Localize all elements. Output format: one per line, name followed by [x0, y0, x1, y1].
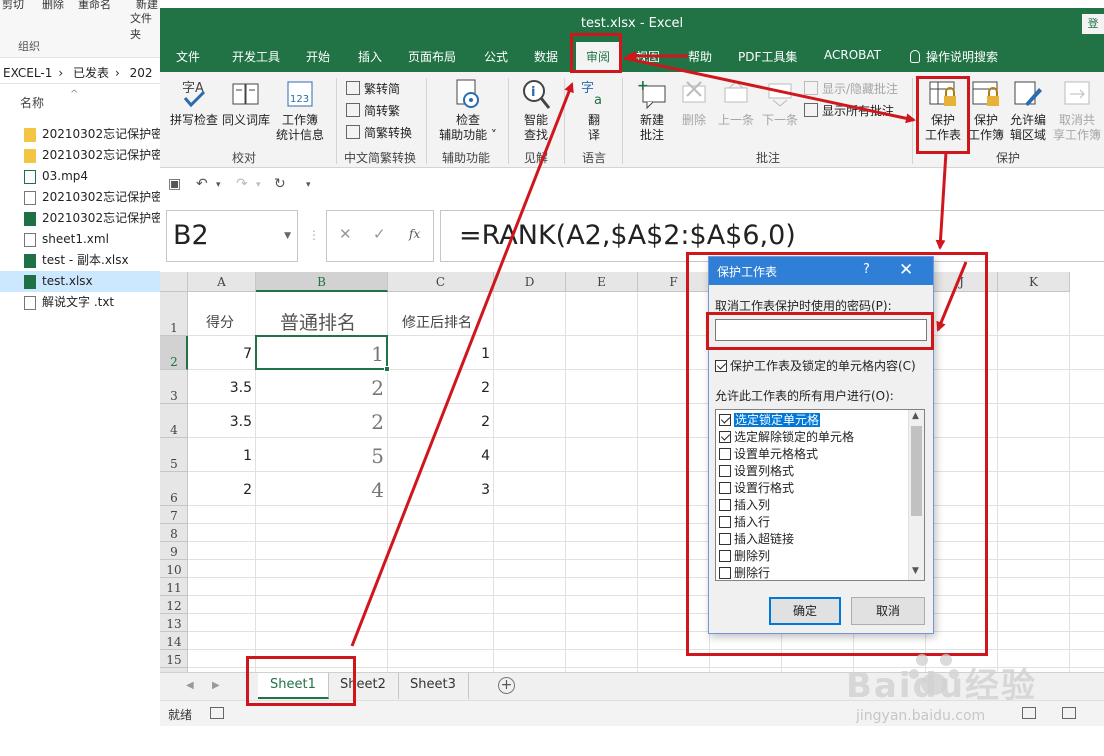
arrow-review-to-protect	[623, 56, 916, 124]
arrow-sheet1-to-review	[350, 82, 574, 647]
arrow-to-password	[936, 261, 968, 332]
watermark-url: jingyan.baidu.com	[856, 708, 986, 724]
watermark-brand: Baidu经验	[846, 666, 1038, 706]
arrow-protect-to-dialog	[935, 151, 948, 250]
baidu-watermark: Baidu经验 jingyan.baidu.com	[846, 640, 1096, 730]
